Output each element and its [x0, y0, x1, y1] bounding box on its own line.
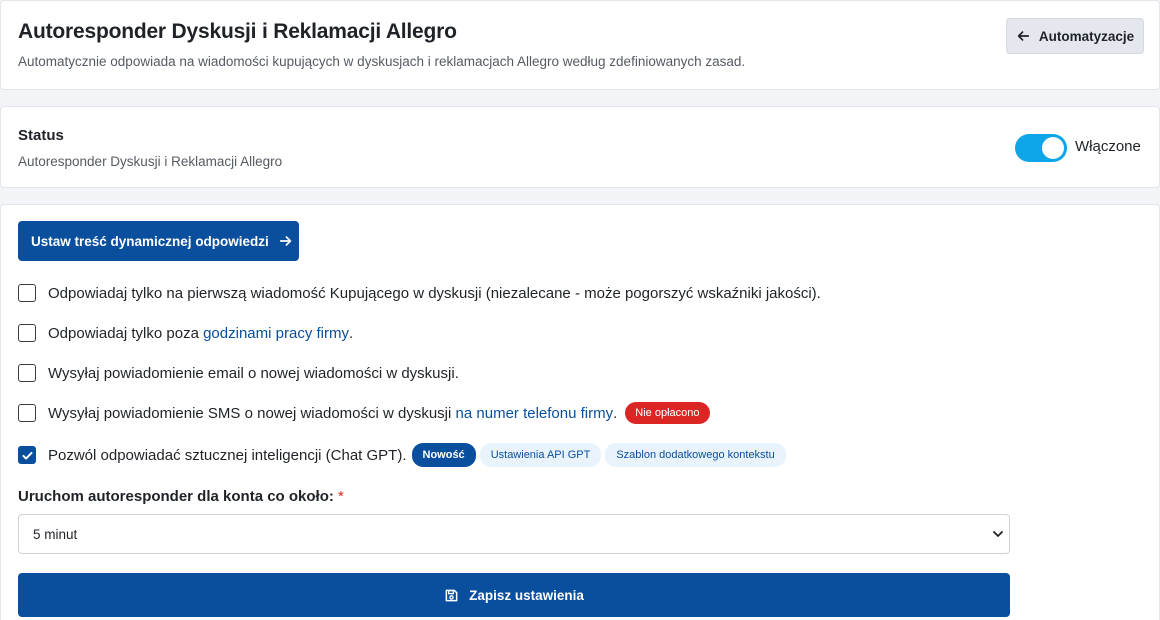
option-text-2: Odpowiadaj tylko poza: [48, 324, 204, 342]
option-email-notification: Wysyłaj powiadomienie email o nowej wiad…: [18, 361, 459, 385]
back-to-automations-button[interactable]: Automatyzacje: [1006, 18, 1144, 54]
option-text-1: Odpowiadaj tylko na pierwszą wiadomość K…: [48, 284, 821, 302]
save-icon: [445, 589, 458, 601]
interval-label: Uruchom autoresponder dla konta co około…: [18, 488, 344, 505]
gpt-api-settings-link[interactable]: Ustawienia API GPT: [479, 443, 602, 467]
save-button-label: Zapisz ustawienia: [469, 587, 584, 603]
checkmark-icon: [21, 451, 33, 459]
not-paid-badge: Nie opłacono: [625, 402, 710, 424]
option-checkbox-4[interactable]: [18, 404, 36, 422]
option-outside-hours: Odpowiadaj tylko poza godzinami pracy fi…: [18, 321, 353, 345]
required-mark: *: [338, 488, 344, 505]
option-text-5: Pozwól odpowiadać sztucznej inteligencji…: [48, 446, 407, 464]
working-hours-link[interactable]: godzinami pracy firmy: [203, 325, 349, 342]
chevron-down-icon: [993, 531, 1003, 537]
page-title: Autoresponder Dyskusji i Reklamacji Alle…: [18, 20, 457, 43]
interval-label-text: Uruchom autoresponder dla konta co około…: [18, 488, 334, 505]
context-template-link[interactable]: Szablon dodatkowego kontekstu: [605, 443, 786, 467]
option-chatgpt: Pozwól odpowiadać sztucznej inteligencji…: [18, 443, 786, 467]
dynamic-button-label: Ustaw treść dynamicznej odpowiedzi: [31, 233, 269, 249]
option-sms-notification: Wysyłaj powiadomienie SMS o nowej wiadom…: [18, 401, 710, 425]
option-checkbox-1[interactable]: [18, 284, 36, 302]
option-suffix-4: .: [613, 404, 618, 422]
option-text-3: Wysyłaj powiadomienie email o nowej wiad…: [48, 364, 459, 382]
arrow-right-icon: [279, 236, 292, 246]
interval-select[interactable]: 5 minut: [18, 514, 1010, 554]
save-settings-button[interactable]: Zapisz ustawienia: [18, 573, 1010, 617]
option-checkbox-2[interactable]: [18, 324, 36, 342]
option-text-4: Wysyłaj powiadomienie SMS o nowej wiadom…: [48, 404, 456, 422]
interval-select-value: 5 minut: [33, 526, 78, 542]
set-dynamic-reply-button[interactable]: Ustaw treść dynamicznej odpowiedzi: [18, 221, 299, 261]
status-toggle[interactable]: [1015, 134, 1067, 162]
status-toggle-label: Włączone: [1075, 138, 1141, 155]
option-first-message-only: Odpowiadaj tylko na pierwszą wiadomość K…: [18, 281, 821, 305]
company-phone-link[interactable]: na numer telefonu firmy: [456, 405, 614, 422]
back-button-label: Automatyzacje: [1038, 28, 1135, 44]
status-subtitle: Autoresponder Dyskusji i Reklamacji Alle…: [18, 154, 283, 169]
option-checkbox-5[interactable]: [18, 446, 36, 464]
header-card: Autoresponder Dyskusji i Reklamacji Alle…: [0, 0, 1160, 90]
option-checkbox-3[interactable]: [18, 364, 36, 382]
page-subtitle: Automatycznie odpowiada na wiadomości ku…: [18, 54, 746, 69]
arrow-left-icon: [1017, 31, 1029, 41]
toggle-knob: [1042, 137, 1064, 159]
status-title: Status: [18, 127, 64, 144]
option-suffix-2: .: [348, 324, 354, 342]
new-badge: Nowość: [411, 443, 476, 467]
settings-card: Ustaw treść dynamicznej odpowiedzi Odpow…: [0, 204, 1160, 620]
status-card: Status Autoresponder Dyskusji i Reklamac…: [0, 106, 1160, 188]
